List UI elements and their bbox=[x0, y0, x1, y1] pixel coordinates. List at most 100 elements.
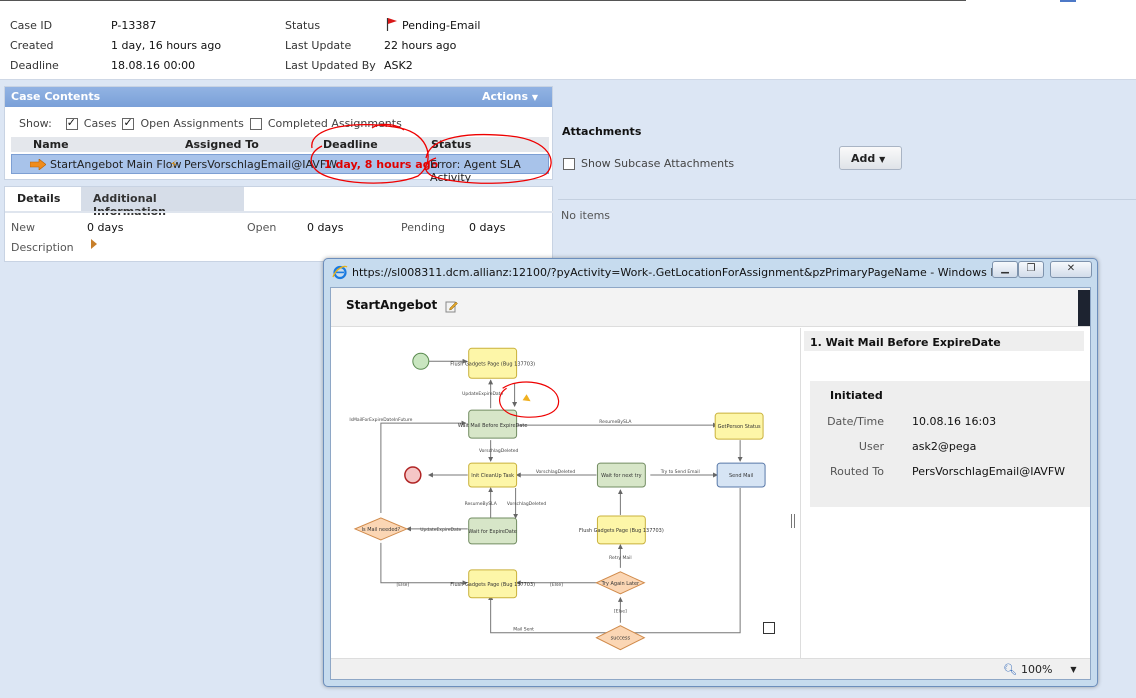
open-assignments-checkbox[interactable] bbox=[122, 116, 135, 130]
edge-label-vorschlag-deleted-3: VorschlagDeleted bbox=[507, 501, 547, 507]
flow-node-wait-expire-label: Wait for ExpireDate bbox=[468, 529, 516, 535]
expand-triangle-icon[interactable] bbox=[91, 239, 97, 249]
initiated-heading: Initiated bbox=[830, 389, 883, 402]
maximize-button[interactable]: ❐ bbox=[1018, 261, 1044, 278]
popup-content: StartAngebot Flush Gadgets Page (Bug 137… bbox=[330, 287, 1091, 680]
edge-label-vorschlag-deleted-1: VorschlagDeleted bbox=[479, 448, 519, 454]
step-details: 1. Wait Mail Before ExpireDate Initiated… bbox=[804, 331, 1090, 651]
assignment-deadline: 1 day, 8 hours ago bbox=[324, 158, 439, 171]
flow-node-mail-needed-label: Is Mail needed? bbox=[362, 527, 401, 533]
tab-details[interactable]: Details bbox=[5, 187, 77, 211]
open-assignments-label: Open Assignments bbox=[140, 117, 244, 130]
flow-node-flush-right-label: Flush Gadgets Page (Bug 137703) bbox=[579, 528, 664, 534]
user-value: ask2@pega bbox=[912, 440, 977, 453]
minimize-button[interactable]: ▁ bbox=[992, 261, 1018, 278]
flow-title: StartAngebot bbox=[346, 298, 438, 312]
popup-header: StartAngebot bbox=[331, 288, 1090, 327]
assignment-row[interactable]: StartAngebot Main Flow ⚡ PersVorschlagEm… bbox=[11, 154, 549, 184]
add-attachment-button[interactable]: Add ▼ bbox=[839, 146, 902, 170]
datetime-value: 10.08.16 16:03 bbox=[912, 415, 997, 428]
attachments-empty: No items bbox=[561, 209, 611, 222]
arrow-right-icon bbox=[30, 159, 46, 170]
edge-label-update-expire-top: UpdateExpireDate bbox=[462, 391, 503, 397]
top-border bbox=[0, 0, 966, 1]
popup-window-title: https://sl008311.dcm.allianz:12100/?pyAc… bbox=[352, 266, 992, 279]
flow-node-try-again-label: Try Again Later bbox=[601, 581, 640, 587]
created-label: Created bbox=[10, 39, 54, 52]
last-updated-by-label: Last Updated By bbox=[285, 59, 376, 72]
deadline-label: Deadline bbox=[10, 59, 59, 72]
edge-label-mail-sent: Mail Sent bbox=[513, 627, 534, 633]
step-title: 1. Wait Mail Before ExpireDate bbox=[804, 331, 1084, 351]
case-id-value: P-13387 bbox=[111, 19, 157, 32]
add-label: Add bbox=[851, 152, 876, 165]
column-name[interactable]: Name bbox=[33, 138, 69, 151]
new-label: New bbox=[11, 221, 35, 234]
actions-label: Actions bbox=[482, 90, 528, 103]
open-label: Open bbox=[247, 221, 277, 234]
internet-explorer-icon bbox=[332, 265, 348, 280]
routed-to-label: Routed To bbox=[830, 465, 884, 478]
edge-label-else-2: [Else] bbox=[550, 582, 563, 588]
flow-node-wait-mail-label: Wait Mail Before ExpireDate bbox=[458, 423, 528, 429]
last-update-value: 22 hours ago bbox=[384, 39, 457, 52]
close-button[interactable]: ✕ bbox=[1050, 261, 1092, 278]
column-status[interactable]: Status bbox=[431, 138, 471, 151]
case-id-label: Case ID bbox=[10, 19, 53, 32]
flow-node-flush-top-label: Flush Gadgets Page (Bug 137703) bbox=[450, 361, 535, 367]
chevron-down-icon: ▼ bbox=[1070, 665, 1077, 674]
open-value: 0 days bbox=[307, 221, 344, 234]
deadline-value: 18.08.16 00:00 bbox=[111, 59, 196, 72]
column-assigned-to[interactable]: Assigned To bbox=[185, 138, 259, 151]
assignment-name-link[interactable]: StartAngebot Main Flow bbox=[50, 158, 182, 171]
completed-assignments-checkbox[interactable] bbox=[249, 117, 262, 130]
edge-label-else-1: [Else] bbox=[397, 582, 410, 588]
splitter-handle[interactable] bbox=[791, 514, 795, 528]
attachments-title: Attachments bbox=[562, 125, 642, 138]
case-contents-title: Case Contents bbox=[11, 90, 101, 103]
tab-divider bbox=[5, 211, 554, 213]
zoom-level: 100% bbox=[1020, 663, 1053, 676]
show-subcase-checkbox[interactable] bbox=[563, 157, 575, 170]
last-update-label: Last Update bbox=[285, 39, 352, 52]
pending-label: Pending bbox=[401, 221, 445, 234]
actions-menu[interactable]: Actions ▼ bbox=[482, 90, 538, 103]
expand-icon[interactable] bbox=[763, 622, 775, 634]
attachments-filter: Show Subcase Attachments bbox=[563, 157, 734, 170]
step-info-box: Initiated Date/Time 10.08.16 16:03 User … bbox=[810, 381, 1090, 507]
attachments-divider bbox=[558, 199, 1136, 200]
flow-node-get-person-label: GetPerson Status bbox=[718, 424, 761, 430]
cases-checkbox[interactable] bbox=[65, 116, 78, 130]
flow-node-wait-next-label: Wait for next try bbox=[601, 473, 642, 479]
edge-label-try-send: Try to Send Email bbox=[660, 469, 700, 475]
show-filters: Show: Cases Open Assignments Completed A… bbox=[19, 116, 402, 131]
edge-label-resume-sla: ResumeBySLA bbox=[599, 419, 632, 425]
flow-node-success-label: success bbox=[611, 636, 631, 642]
completed-assignments-label: Completed Assignments bbox=[267, 117, 402, 130]
details-panel: Details Additional Information New 0 day… bbox=[4, 186, 554, 262]
routed-to-value: PersVorschlagEmail@IAVFW bbox=[912, 465, 1066, 478]
last-updated-by-value: ASK2 bbox=[384, 59, 413, 72]
flow-start-node bbox=[412, 352, 430, 370]
assignments-grid-header: Name Assigned To Deadline Status bbox=[11, 137, 549, 152]
description-label: Description bbox=[11, 241, 74, 254]
chevron-down-icon: ▼ bbox=[879, 155, 886, 164]
tab-additional-information[interactable]: Additional Information bbox=[81, 187, 244, 218]
created-value: 1 day, 16 hours ago bbox=[111, 39, 222, 52]
flow-node-init-cleanup-label: Init CleanUp Task bbox=[471, 473, 514, 479]
edit-icon[interactable] bbox=[445, 300, 458, 313]
flow-end-node bbox=[404, 466, 422, 484]
scrollbar-thumb[interactable] bbox=[1078, 290, 1090, 326]
flow-node-send-mail-label: Send Mail bbox=[729, 473, 753, 479]
popup-status-bar: 🔍︎ 100% ▼ bbox=[331, 658, 1090, 679]
edge-label-retry-mail: Retry Mail bbox=[609, 555, 631, 561]
column-deadline[interactable]: Deadline bbox=[323, 138, 378, 151]
case-contents-panel: Case Contents Actions ▼ Show: Cases Open… bbox=[4, 86, 553, 184]
edge-label-resume-sla-2: ResumeBySLA bbox=[465, 501, 498, 507]
current-step-marker-icon bbox=[522, 394, 531, 402]
zoom-control[interactable]: 🔍︎ 100% ▼ bbox=[1003, 663, 1077, 676]
chevron-down-icon: ▼ bbox=[531, 93, 538, 102]
top-accent bbox=[1060, 0, 1076, 2]
zoom-icon: 🔍︎ bbox=[1003, 663, 1017, 676]
status-label: Status bbox=[285, 19, 321, 32]
